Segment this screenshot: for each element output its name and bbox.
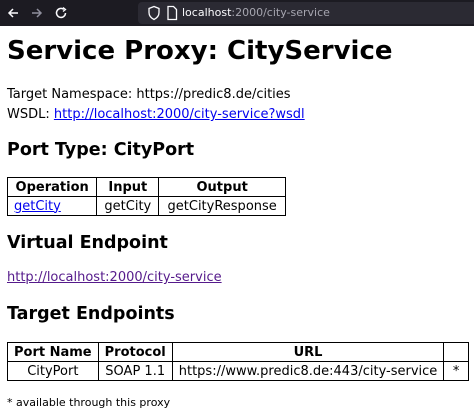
table-header-row: Port Name Protocol URL xyxy=(7,342,469,362)
virtual-endpoint-line: http://localhost:2000/city-service xyxy=(7,269,222,286)
namespace-value: https://predic8.de/cities xyxy=(136,87,291,102)
reload-icon xyxy=(55,6,67,19)
reload-button[interactable] xyxy=(52,4,70,22)
shield-icon xyxy=(148,5,160,21)
page-title: Service Proxy: CityService xyxy=(7,36,393,66)
column-header: Output xyxy=(158,177,286,197)
input-cell: getCity xyxy=(96,196,160,216)
page-icon xyxy=(167,5,178,21)
column-header: Input xyxy=(96,177,160,197)
port-type-heading: Port Type: CityPort xyxy=(7,140,195,160)
endpoints-table: Port Name Protocol URL CityPort SOAP 1.1… xyxy=(7,342,469,381)
address-bar[interactable]: localhost:2000/city-service xyxy=(138,2,474,24)
namespace-label: Target Namespace: xyxy=(7,87,133,102)
url-cell: https://www.predic8.de:443/city-service xyxy=(171,361,445,381)
namespace-line: Target Namespace: https://predic8.de/cit… xyxy=(7,86,291,103)
operation-link[interactable]: getCity xyxy=(14,199,61,214)
operation-cell: getCity xyxy=(6,196,98,216)
output-cell: getCityResponse xyxy=(158,196,286,216)
column-header: Operation xyxy=(6,177,98,197)
port-name-cell: CityPort xyxy=(7,361,99,381)
url-path: :2000/city-service xyxy=(231,6,330,19)
column-header: URL xyxy=(171,342,445,362)
url-host: localhost xyxy=(182,6,232,19)
table-header-row: Operation Input Output xyxy=(6,177,286,197)
wsdl-link[interactable]: http://localhost:2000/city-service?wsdl xyxy=(54,107,305,122)
back-arrow-icon xyxy=(7,8,18,18)
virtual-endpoint-heading: Virtual Endpoint xyxy=(7,233,168,253)
wsdl-line: WSDL: http://localhost:2000/city-service… xyxy=(7,106,305,123)
url-text[interactable]: localhost:2000/city-service xyxy=(182,6,330,20)
column-header: Protocol xyxy=(97,342,173,362)
marker-cell: * xyxy=(443,361,469,381)
footnote: * available through this proxy xyxy=(7,396,171,409)
operations-table: Operation Input Output getCity getCity g… xyxy=(6,177,286,216)
forward-button[interactable] xyxy=(28,4,46,22)
protocol-cell: SOAP 1.1 xyxy=(97,361,173,381)
table-row: CityPort SOAP 1.1 https://www.predic8.de… xyxy=(7,361,469,381)
forward-arrow-icon xyxy=(32,8,43,18)
column-header: Port Name xyxy=(7,342,99,362)
back-button[interactable] xyxy=(4,4,22,22)
table-row: getCity getCity getCityResponse xyxy=(6,196,286,216)
column-header xyxy=(443,342,469,362)
wsdl-label: WSDL: xyxy=(7,107,50,122)
browser-toolbar: localhost:2000/city-service xyxy=(0,0,474,26)
virtual-endpoint-link[interactable]: http://localhost:2000/city-service xyxy=(7,270,222,285)
target-endpoints-heading: Target Endpoints xyxy=(7,304,175,324)
